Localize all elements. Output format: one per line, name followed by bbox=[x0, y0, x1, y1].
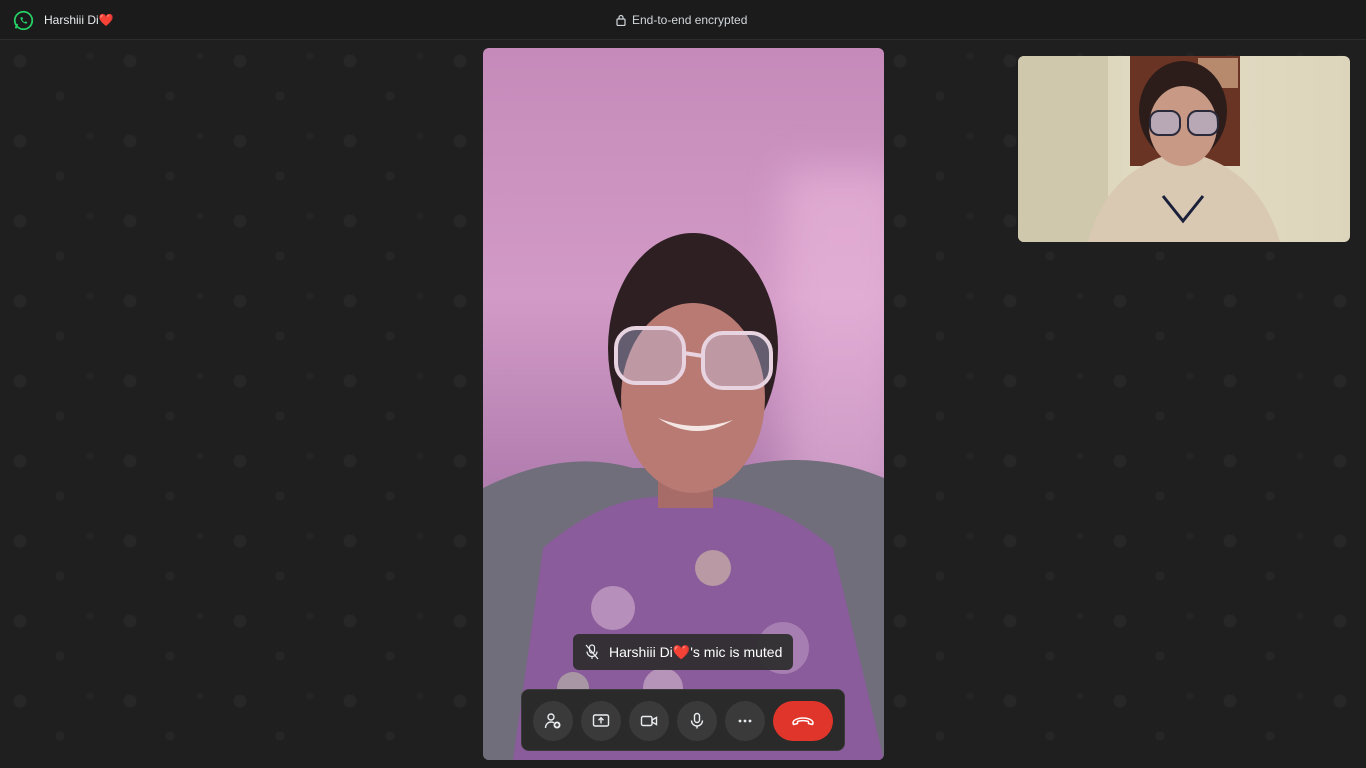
end-call-button[interactable] bbox=[773, 701, 833, 741]
video-toggle-button[interactable] bbox=[629, 701, 669, 741]
microphone-icon bbox=[690, 712, 704, 729]
add-participant-button[interactable] bbox=[533, 701, 573, 741]
title-bar: Harshiii Di❤️ End-to-end encrypted bbox=[0, 0, 1366, 40]
share-screen-button[interactable] bbox=[581, 701, 621, 741]
mic-muted-notice: Harshiii Di❤️'s mic is muted bbox=[573, 634, 793, 670]
end-call-icon bbox=[792, 717, 814, 726]
mic-off-icon bbox=[585, 644, 599, 660]
self-participant-image bbox=[1018, 56, 1280, 242]
call-controls-bar bbox=[521, 689, 845, 751]
video-camera-icon bbox=[640, 715, 658, 727]
encryption-label: End-to-end encrypted bbox=[632, 13, 748, 27]
more-options-button[interactable] bbox=[725, 701, 765, 741]
encryption-status: End-to-end encrypted bbox=[616, 13, 747, 27]
more-horizontal-icon bbox=[738, 719, 752, 723]
contact-name: Harshiii Di❤️ bbox=[44, 13, 114, 27]
share-screen-icon bbox=[592, 714, 610, 727]
whatsapp-logo-icon bbox=[13, 10, 34, 31]
lock-icon bbox=[616, 14, 626, 26]
add-person-icon bbox=[544, 713, 561, 729]
mic-toggle-button[interactable] bbox=[677, 701, 717, 741]
self-preview-video[interactable] bbox=[1018, 56, 1350, 242]
mute-notice-text: Harshiii Di❤️'s mic is muted bbox=[609, 643, 783, 660]
